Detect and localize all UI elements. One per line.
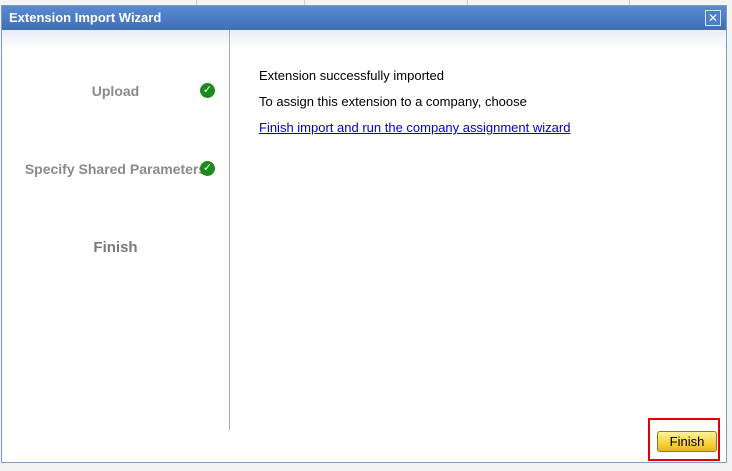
extension-import-wizard-dialog: Extension Import Wizard ✕ Upload ✓ Speci… [1, 5, 727, 463]
finish-button[interactable]: Finish [657, 431, 717, 452]
step-specify-shared-parameters: Specify Shared Parameters [2, 161, 229, 177]
company-assignment-link[interactable]: Finish import and run the company assign… [259, 120, 570, 135]
close-button[interactable]: ✕ [705, 10, 721, 26]
finish-highlight: Finish [648, 418, 720, 461]
wizard-content: Extension successfully imported To assig… [259, 68, 570, 146]
wizard-steps: Upload ✓ Specify Shared Parameters ✓ Fin… [2, 30, 230, 430]
close-icon: ✕ [707, 11, 719, 25]
success-message: Extension successfully imported [259, 68, 444, 83]
checkmark-icon: ✓ [200, 83, 215, 98]
step-label: Upload [91, 83, 140, 99]
instruction-message: To assign this extension to a company, c… [259, 94, 527, 109]
checkmark-icon: ✓ [200, 161, 215, 176]
step-upload: Upload [2, 83, 229, 99]
step-finish: Finish [2, 239, 229, 256]
dialog-title: Extension Import Wizard [9, 10, 162, 25]
step-label: Finish [93, 239, 138, 256]
step-label: Specify Shared Parameters [24, 161, 207, 177]
dialog-titlebar[interactable]: Extension Import Wizard ✕ [2, 6, 726, 30]
